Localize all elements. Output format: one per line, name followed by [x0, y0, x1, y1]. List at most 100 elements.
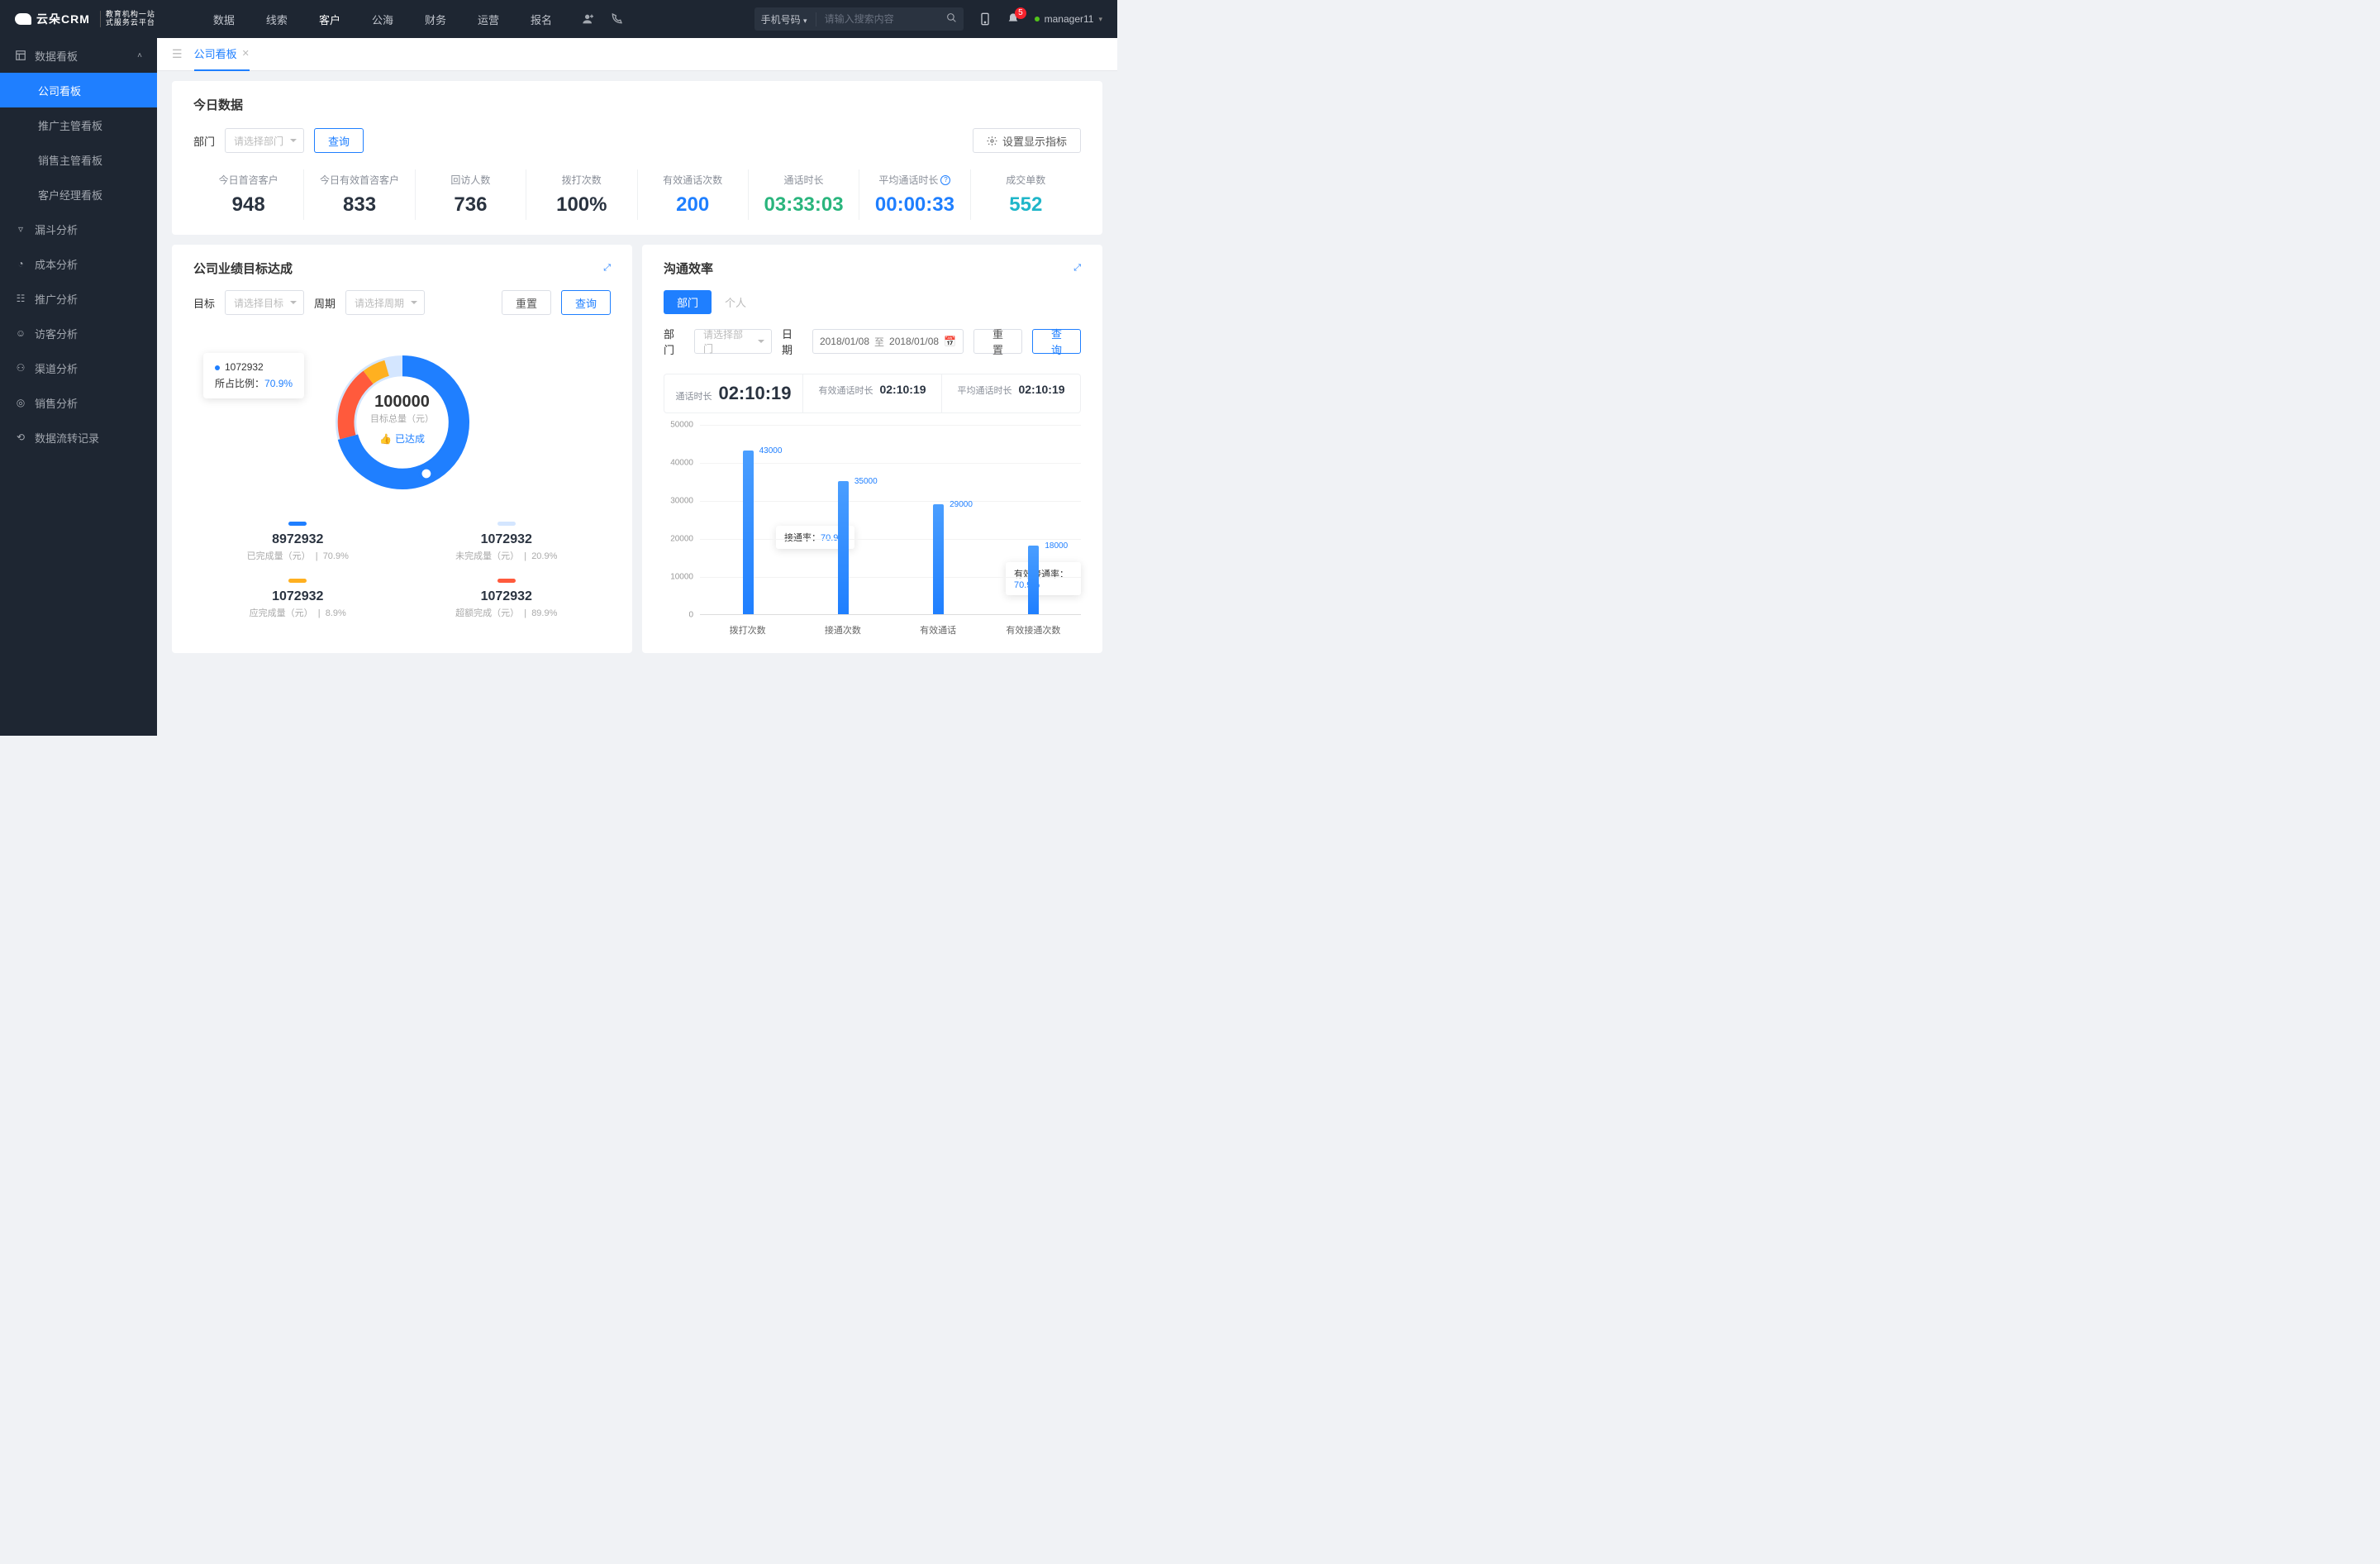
sidebar-item[interactable]: ⟲数据流转记录 [0, 420, 157, 455]
date-label: 日期 [782, 326, 802, 357]
period-label: 周期 [314, 295, 336, 311]
settings-button[interactable]: 设置显示指标 [973, 128, 1081, 153]
online-dot-icon [1035, 17, 1040, 21]
main-nav: 数据 线索 客户 公海 财务 运营 报名 [213, 12, 552, 27]
user-menu[interactable]: manager11 ▾ [1035, 13, 1102, 25]
menu-icon: ☷ [15, 293, 26, 304]
summary-cell: 通话时长02:10:19 [664, 374, 803, 412]
nav-item[interactable]: 客户 [319, 12, 340, 27]
summary-cell: 有效通话时长02:10:19 [803, 374, 942, 412]
calendar-icon: 📅 [944, 336, 956, 347]
donut-center: 100000 目标总量（元） 👍已达成 [370, 393, 434, 446]
nav-item[interactable]: 报名 [531, 12, 552, 27]
bar [1028, 546, 1039, 614]
nav-item[interactable]: 数据 [213, 12, 235, 27]
thumb-up-icon: 👍 [379, 433, 392, 445]
mobile-icon[interactable] [978, 12, 992, 26]
sidebar-item[interactable]: ◔成本分析 [0, 246, 157, 281]
pill-tab[interactable]: 个人 [712, 290, 759, 314]
sidebar-item[interactable]: 推广主管看板 [0, 107, 157, 142]
dept-select[interactable]: 请选择部门 [225, 128, 304, 153]
period-select[interactable]: 请选择周期 [345, 290, 425, 315]
sidebar-item[interactable]: 公司看板 [0, 73, 157, 107]
chevron-up-icon: ˄ [137, 51, 142, 60]
goal-reset-button[interactable]: 重置 [502, 290, 551, 315]
expand-icon[interactable]: ⤢ [1073, 263, 1081, 274]
legend-item: 1072932应完成量（元） | 8.9% [193, 570, 402, 627]
menu-icon: ▿ [15, 223, 26, 235]
summary-cell: 平均通话时长02:10:19 [942, 374, 1080, 412]
date-range-input[interactable]: 2018/01/08 至 2018/01/08 📅 [812, 329, 964, 354]
bar [743, 451, 754, 614]
brand-text: 云朵CRM [36, 11, 90, 27]
dept-label: 部门 [193, 133, 215, 149]
info-icon: ? [940, 175, 950, 185]
bar [933, 504, 944, 614]
expand-icon[interactable]: ⤢ [603, 263, 611, 274]
legend-item: 8972932已完成量（元） | 70.9% [193, 513, 402, 570]
sidebar-item[interactable]: ◎销售分析 [0, 385, 157, 420]
brand-subtitle: 教育机构一站 式服务云平台 [100, 11, 155, 27]
bar-chart: 01000020000300004000050000 接通率：70.9% 有效接… [664, 425, 1081, 638]
menu-icon: ⚇ [15, 362, 26, 374]
today-query-button[interactable]: 查询 [314, 128, 364, 153]
today-title: 今日数据 [193, 96, 1081, 113]
search-button[interactable] [940, 12, 964, 26]
hamburger-icon[interactable]: ☰ [172, 47, 183, 61]
sidebar-item[interactable]: ☷推广分析 [0, 281, 157, 316]
comm-card: 沟通效率 ⤢ 部门个人 部门 请选择部门 日期 2018/01/08 至 201… [642, 245, 1102, 653]
user-add-icon[interactable] [582, 12, 595, 26]
stat-cell: 平均通话时长?00:00:33 [859, 169, 970, 220]
menu-icon: ◔ [15, 258, 26, 269]
nav-item[interactable]: 公海 [372, 12, 393, 27]
close-icon[interactable]: ✕ [242, 48, 250, 59]
comm-reset-button[interactable]: 重置 [973, 329, 1022, 354]
stat-cell: 回访人数736 [416, 169, 526, 220]
goal-card: 公司业绩目标达成 ⤢ 目标 请选择目标 周期 请选择周期 重置 查询 10729… [172, 245, 632, 653]
menu-icon: ◎ [15, 397, 26, 408]
legend-item: 1072932未完成量（元） | 20.9% [402, 513, 612, 570]
bell-icon[interactable]: 5 [1007, 12, 1020, 26]
sidebar-group-dashboard[interactable]: 数据看板 ˄ [0, 38, 157, 73]
donut-tooltip: 1072932 所占比例：70.9% [203, 353, 304, 398]
gear-icon [987, 136, 997, 146]
sidebar-item[interactable]: ☺访客分析 [0, 316, 157, 350]
stat-cell: 有效通话次数200 [638, 169, 749, 220]
stat-cell: 今日有效首咨客户833 [304, 169, 415, 220]
stat-cell: 通话时长03:33:03 [749, 169, 859, 220]
nav-item[interactable]: 财务 [425, 12, 446, 27]
comm-dept-label: 部门 [664, 326, 684, 357]
sidebar: 数据看板 ˄ 公司看板推广主管看板销售主管看板客户经理看板 ▿漏斗分析◔成本分析… [0, 38, 157, 736]
sidebar-item[interactable]: 销售主管看板 [0, 142, 157, 177]
target-label: 目标 [193, 295, 215, 311]
stat-cell: 拨打次数100% [526, 169, 637, 220]
tab-company-board[interactable]: 公司看板 ✕ [194, 38, 250, 71]
search-box: 手机号码 ▾ [754, 7, 964, 31]
cloud-icon [15, 13, 31, 25]
brand-logo: 云朵CRM 教育机构一站 式服务云平台 [15, 11, 155, 27]
comm-title: 沟通效率 [664, 260, 713, 277]
comm-dept-select[interactable]: 请选择部门 [694, 329, 772, 354]
today-card: 今日数据 部门 请选择部门 查询 设置显示指标 今日首咨客户948今日有效首咨客… [172, 81, 1102, 235]
sidebar-item[interactable]: 客户经理看板 [0, 177, 157, 212]
search-type-select[interactable]: 手机号码 ▾ [754, 12, 816, 26]
goal-title: 公司业绩目标达成 [193, 260, 293, 277]
pill-tab[interactable]: 部门 [664, 290, 712, 314]
top-header: 云朵CRM 教育机构一站 式服务云平台 数据 线索 客户 公海 财务 运营 报名 手机号码 … [0, 0, 1117, 38]
goal-query-button[interactable]: 查询 [561, 290, 611, 315]
sidebar-item[interactable]: ▿漏斗分析 [0, 212, 157, 246]
search-input[interactable] [816, 13, 940, 25]
tab-bar: ☰ 公司看板 ✕ [157, 38, 1117, 71]
phone-icon[interactable] [610, 12, 623, 26]
stat-cell: 成交单数552 [971, 169, 1081, 220]
menu-icon: ⟲ [15, 432, 26, 443]
stat-cell: 今日首咨客户948 [193, 169, 304, 220]
nav-item[interactable]: 运营 [478, 12, 499, 27]
bar [838, 481, 849, 614]
comm-query-button[interactable]: 查询 [1032, 329, 1081, 354]
nav-item[interactable]: 线索 [266, 12, 288, 27]
chart-tooltip-2: 有效接通率：70.9% [1006, 562, 1081, 595]
target-select[interactable]: 请选择目标 [225, 290, 304, 315]
sidebar-item[interactable]: ⚇渠道分析 [0, 350, 157, 385]
legend-item: 1072932超额完成（元） | 89.9% [402, 570, 612, 627]
